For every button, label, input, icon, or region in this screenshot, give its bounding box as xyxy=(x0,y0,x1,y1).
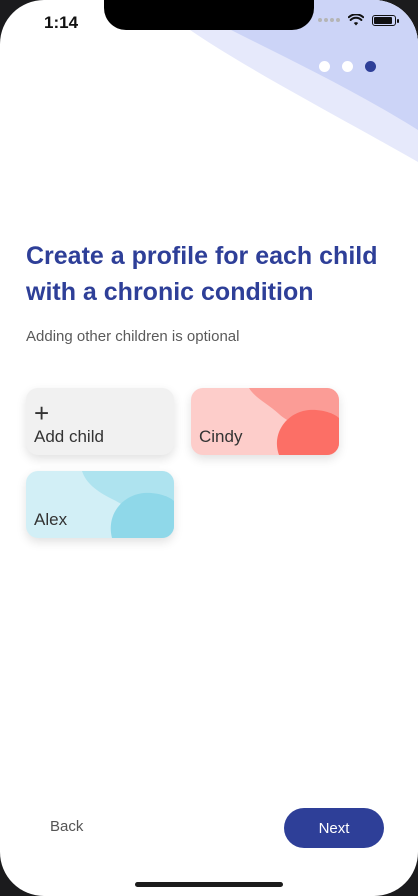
status-icons xyxy=(318,14,399,26)
battery-icon xyxy=(372,14,399,26)
page-dot xyxy=(319,61,330,72)
page-dot-active xyxy=(365,61,376,72)
page-indicator xyxy=(319,61,376,72)
child-card-cindy[interactable]: Cindy xyxy=(191,388,339,455)
child-card-alex[interactable]: Alex xyxy=(26,471,174,538)
status-time: 1:14 xyxy=(44,13,79,32)
add-child-button[interactable]: + Add child xyxy=(26,388,174,455)
device-notch xyxy=(104,0,314,30)
home-indicator[interactable] xyxy=(135,882,283,887)
page-title: Create a profile for each child with a c… xyxy=(26,242,378,306)
next-button[interactable]: Next xyxy=(284,808,384,848)
add-child-label: Add child xyxy=(34,427,104,446)
phone-screen: 1:14 Create a profile for each child wit… xyxy=(0,0,418,896)
page-subtitle: Adding other children is optional xyxy=(26,328,240,345)
page-dot xyxy=(342,61,353,72)
back-button[interactable]: Back xyxy=(50,818,83,835)
child-name: Alex xyxy=(34,510,68,529)
wifi-icon xyxy=(348,14,364,26)
signal-icon xyxy=(318,18,340,22)
child-name: Cindy xyxy=(199,427,243,446)
plus-icon: + xyxy=(34,398,50,428)
